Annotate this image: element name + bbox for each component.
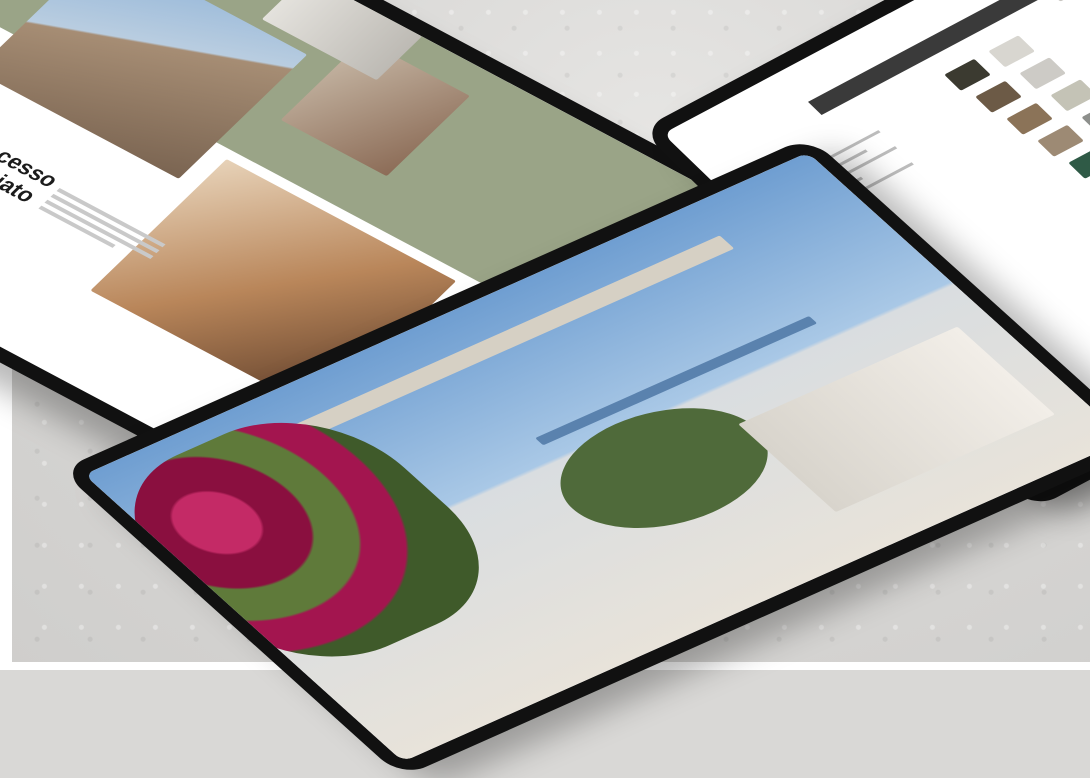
color-swatch[interactable] [1019,57,1067,90]
color-swatch[interactable] [1068,146,1090,179]
hero-headline: Un accesso privilegiato al tuo mondo [0,132,65,207]
color-swatch[interactable] [1081,101,1090,134]
hero-paragraph [35,185,168,268]
color-swatch[interactable] [988,35,1036,68]
color-swatch[interactable] [975,80,1022,113]
color-swatch[interactable] [944,58,991,91]
color-swatch[interactable] [1037,124,1084,157]
color-swatch[interactable] [1050,79,1090,112]
color-swatch[interactable] [1006,102,1053,135]
